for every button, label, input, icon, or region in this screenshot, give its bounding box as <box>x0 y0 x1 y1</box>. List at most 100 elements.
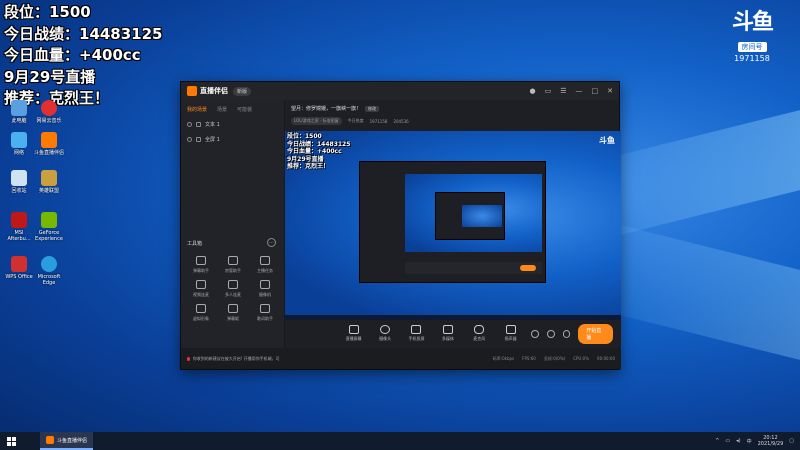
tool-multi-link[interactable]: 多人连麦 <box>217 280 249 298</box>
desktop-icon-network[interactable]: 网络 <box>4 132 34 156</box>
desktop-icon-douyu[interactable]: 斗鱼直播伴侣 <box>34 132 64 156</box>
phone-icon <box>411 325 422 334</box>
scene-item-text[interactable]: 文本 1 <box>181 117 284 132</box>
eye-icon[interactable] <box>187 122 192 127</box>
stream-overlay-text: 段位：1500 今日战绩：14483125 今日血量：+400cc 9月29号直… <box>4 2 163 110</box>
speaker-button[interactable]: 扬声器 <box>500 325 521 342</box>
room-meta: LOL/游戏之家 · 标准图窗 今日热度 1971158 204536 <box>291 117 613 125</box>
tab-my-scenes[interactable]: 我的场景 <box>187 106 207 113</box>
room-title: 望月：修罗嫦娥，一旗峡一旗！ <box>291 106 362 112</box>
camera-button[interactable]: 摄像头 <box>374 325 395 342</box>
windows-taskbar: 斗鱼直播伴侣 ^ ▭ ◂) 中 20:12 2021/9/29 ▢ <box>0 432 800 450</box>
alert-dot-icon <box>187 356 190 361</box>
sidebar-notice: 你收到的新建议在被大开启! 开播用你手机端，可以使用多种方式点击 <box>181 348 285 369</box>
clock[interactable]: 20:12 2021/9/29 <box>758 435 784 447</box>
scene-label: 全屏 1 <box>205 137 220 143</box>
douyu-watermark: 斗鱼 房间号 1971158 <box>722 12 782 64</box>
desktop-icon-music[interactable]: 网易云音乐 <box>34 100 64 124</box>
ime-tray-icon[interactable]: 中 <box>747 438 752 445</box>
tool-danmaku-helper[interactable]: 弹幕助手 <box>185 256 217 274</box>
desktop-icon-computer[interactable]: 此电脑 <box>4 100 34 124</box>
app-title: 直播伴侣 <box>200 87 228 95</box>
lock-icon[interactable] <box>196 122 201 127</box>
tool-icon <box>228 280 238 289</box>
desktop-icon-edge[interactable]: Microsoft Edge <box>34 256 64 286</box>
tab-plugins[interactable]: 可能装 <box>237 106 252 113</box>
message-icon[interactable]: ▭ <box>545 87 552 95</box>
scene-label: 文本 1 <box>205 122 220 128</box>
taskbar-app-douyu[interactable]: 斗鱼直播伴侣 <box>40 432 94 450</box>
preview-douyu-logo: 斗鱼 <box>599 136 615 145</box>
lock-icon[interactable] <box>196 137 201 142</box>
scene-item-fullscreen[interactable]: 全屏 1 <box>181 132 284 147</box>
edge-icon <box>41 256 57 272</box>
eye-icon[interactable] <box>546 329 555 338</box>
media-button[interactable]: 多媒体 <box>437 325 458 342</box>
desktop-icon-msi[interactable]: MSI Afterbu... <box>4 212 34 242</box>
tool-room-admin[interactable]: 房管助手 <box>217 256 249 274</box>
network-tray-icon[interactable]: ▭ <box>725 438 730 444</box>
desktop-icon-game[interactable]: 英雄联盟 <box>34 170 64 194</box>
tool-streamer-task[interactable]: 主播任务 <box>249 256 281 274</box>
toolbox-more-icon[interactable]: … <box>267 238 276 247</box>
maximize-icon[interactable]: □ <box>592 87 599 95</box>
tool-icon <box>196 256 206 265</box>
screen-capture-button[interactable]: 直播屏幕 <box>343 325 364 342</box>
start-live-button[interactable]: 开始直播 <box>578 323 613 344</box>
tool-icon <box>196 304 206 313</box>
volume-tray-icon[interactable]: ◂) <box>736 438 740 444</box>
room-title-row: 望月：修罗嫦娥，一旗峡一旗！ 修改 <box>291 105 613 112</box>
douyu-icon <box>41 132 57 148</box>
tray-up-icon[interactable]: ^ <box>715 438 719 444</box>
tool-icon <box>228 304 238 313</box>
clock-date: 2021/9/29 <box>757 441 784 447</box>
desktop-icon-wps[interactable]: WPS Office <box>4 256 34 280</box>
tab-scenes[interactable]: 场景 <box>217 106 227 113</box>
tool-icon <box>260 304 270 313</box>
room-info: 望月：修罗嫦娥，一旗峡一旗！ 修改 LOL/游戏之家 · 标准图窗 今日热度 1… <box>285 100 619 131</box>
version-badge[interactable]: 新版 <box>233 86 252 96</box>
app-logo-icon <box>187 86 197 96</box>
avatar-icon[interactable]: ● <box>529 87 535 95</box>
preview-nested-window <box>359 161 546 283</box>
monitor-icon <box>348 325 359 334</box>
toolbox-title: 工具箱 <box>187 241 203 247</box>
live-companion-window: 直播伴侣 新版 ● ▭ ☰ — □ ✕ 我的场景 场景 可能装 文本 1 全屏 … <box>180 81 621 370</box>
edit-title-button[interactable]: 修改 <box>365 105 380 112</box>
tool-icon <box>228 256 238 265</box>
nested-preview <box>405 174 542 252</box>
stream-preview[interactable]: 段位：1500 今日战绩：14483125 今日血量：+400cc 9月29号直… <box>285 131 621 320</box>
tool-lyrics[interactable]: 歌词助手 <box>249 304 281 322</box>
close-icon[interactable]: ✕ <box>607 87 613 95</box>
settings-icon[interactable] <box>562 329 571 338</box>
desktop-icon-recycle-bin[interactable]: 回收站 <box>4 170 34 194</box>
tool-danmaku-ji[interactable]: 弹幕姬 <box>217 304 249 322</box>
tool-video-link[interactable]: 视频连麦 <box>185 280 217 298</box>
overlay-date: 9月29号直播 <box>4 67 96 86</box>
titlebar: 直播伴侣 新版 ● ▭ ☰ — □ ✕ <box>181 82 619 100</box>
start-button[interactable] <box>0 432 22 450</box>
windows-logo-icon <box>6 436 16 446</box>
titlebar-controls: ● ▭ ☰ — □ ✕ <box>529 87 613 95</box>
record-icon[interactable] <box>531 329 539 338</box>
tool-icon <box>260 280 270 289</box>
category-chip[interactable]: LOL/游戏之家 · 标准图窗 <box>291 117 342 125</box>
minimize-icon[interactable]: — <box>576 87 583 95</box>
toolbox-grid: 弹幕助手 房管助手 主播任务 视频连麦 多人连麦 摄像机 虚拟形象 弹幕姬 歌词… <box>185 256 281 322</box>
nested-controls <box>405 262 542 274</box>
phone-cast-button[interactable]: 手机投屏 <box>406 325 427 342</box>
eye-icon[interactable] <box>187 137 192 142</box>
controls-right: 开始直播 <box>531 323 621 344</box>
tool-camera[interactable]: 摄像机 <box>249 280 281 298</box>
nested-live-button <box>520 265 536 271</box>
hot-label: 今日热度 <box>347 118 364 123</box>
notification-icon[interactable]: ▢ <box>789 438 794 444</box>
room-tag: 房间号 <box>737 42 767 52</box>
microphone-button[interactable]: 麦克风 <box>469 325 490 342</box>
play-icon <box>442 325 453 334</box>
menu-icon[interactable]: ☰ <box>560 87 566 95</box>
tool-avatar[interactable]: 虚拟形象 <box>185 304 217 322</box>
desktop-icon-nvidia[interactable]: GeForce Experience <box>34 212 64 242</box>
overlay-health: 今日血量：+400cc <box>4 46 141 64</box>
tool-icon <box>260 256 270 265</box>
